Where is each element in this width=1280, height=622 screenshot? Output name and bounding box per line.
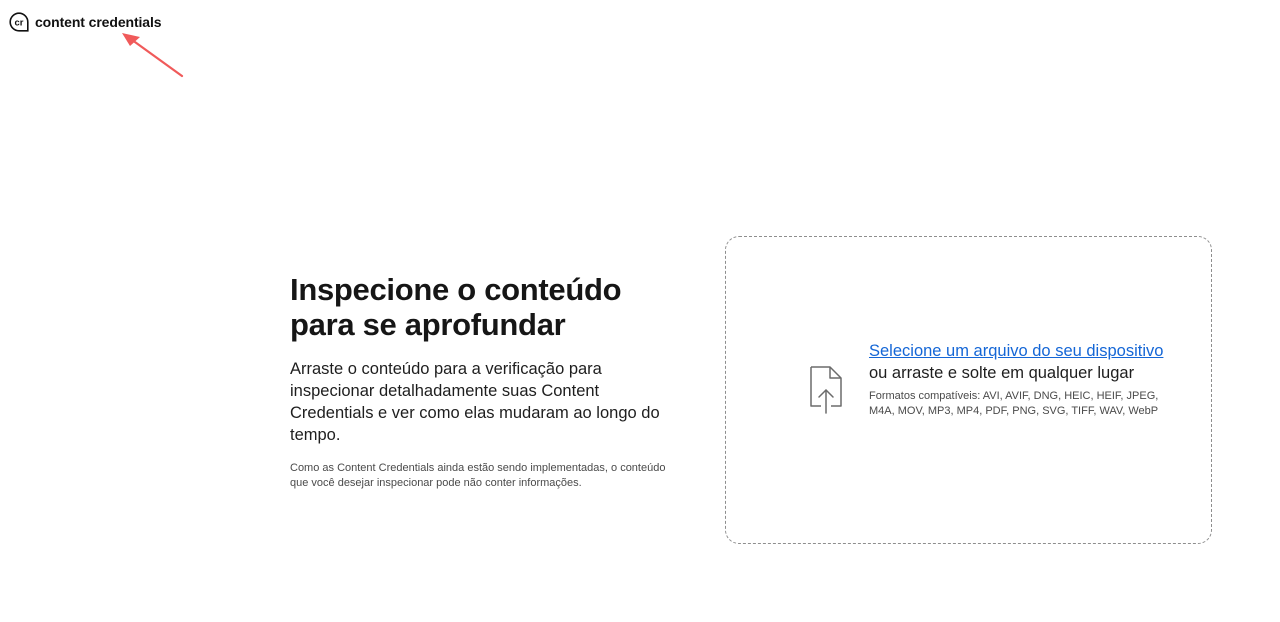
- intro-lead: Arraste o conteúdo para a verificação pa…: [290, 360, 660, 444]
- page: cr content credentials Inspecione o cont…: [0, 0, 1280, 622]
- logo-text: content credentials: [35, 14, 162, 30]
- supported-formats: Formatos compatíveis: AVI, AVIF, DNG, HE…: [869, 390, 1159, 417]
- drop-zone-text: Selecione um arquivo do seu dispositivo …: [869, 341, 1169, 419]
- cr-logo-icon: cr: [9, 12, 29, 32]
- select-file-link[interactable]: Selecione um arquivo do seu dispositivo: [869, 341, 1169, 362]
- content-credentials-logo[interactable]: cr content credentials: [9, 12, 162, 32]
- logo-mark-text: cr: [15, 18, 24, 29]
- file-drop-zone[interactable]: Selecione um arquivo do seu dispositivo …: [725, 236, 1212, 544]
- page-title-line1: Inspecione o conteúdo: [290, 272, 622, 307]
- annotation-arrow-icon: [122, 33, 184, 78]
- page-title: Inspecione o conteúdo para se aprofundar: [290, 272, 680, 342]
- intro-note: Como as Content Credentials ainda estão …: [290, 462, 666, 489]
- intro-section: Inspecione o conteúdo para se aprofundar…: [290, 272, 680, 491]
- page-title-line2: para se aprofundar: [290, 307, 566, 342]
- file-upload-icon: [810, 366, 842, 414]
- drag-drop-hint: ou arraste e solte em qualquer lugar: [869, 364, 1135, 382]
